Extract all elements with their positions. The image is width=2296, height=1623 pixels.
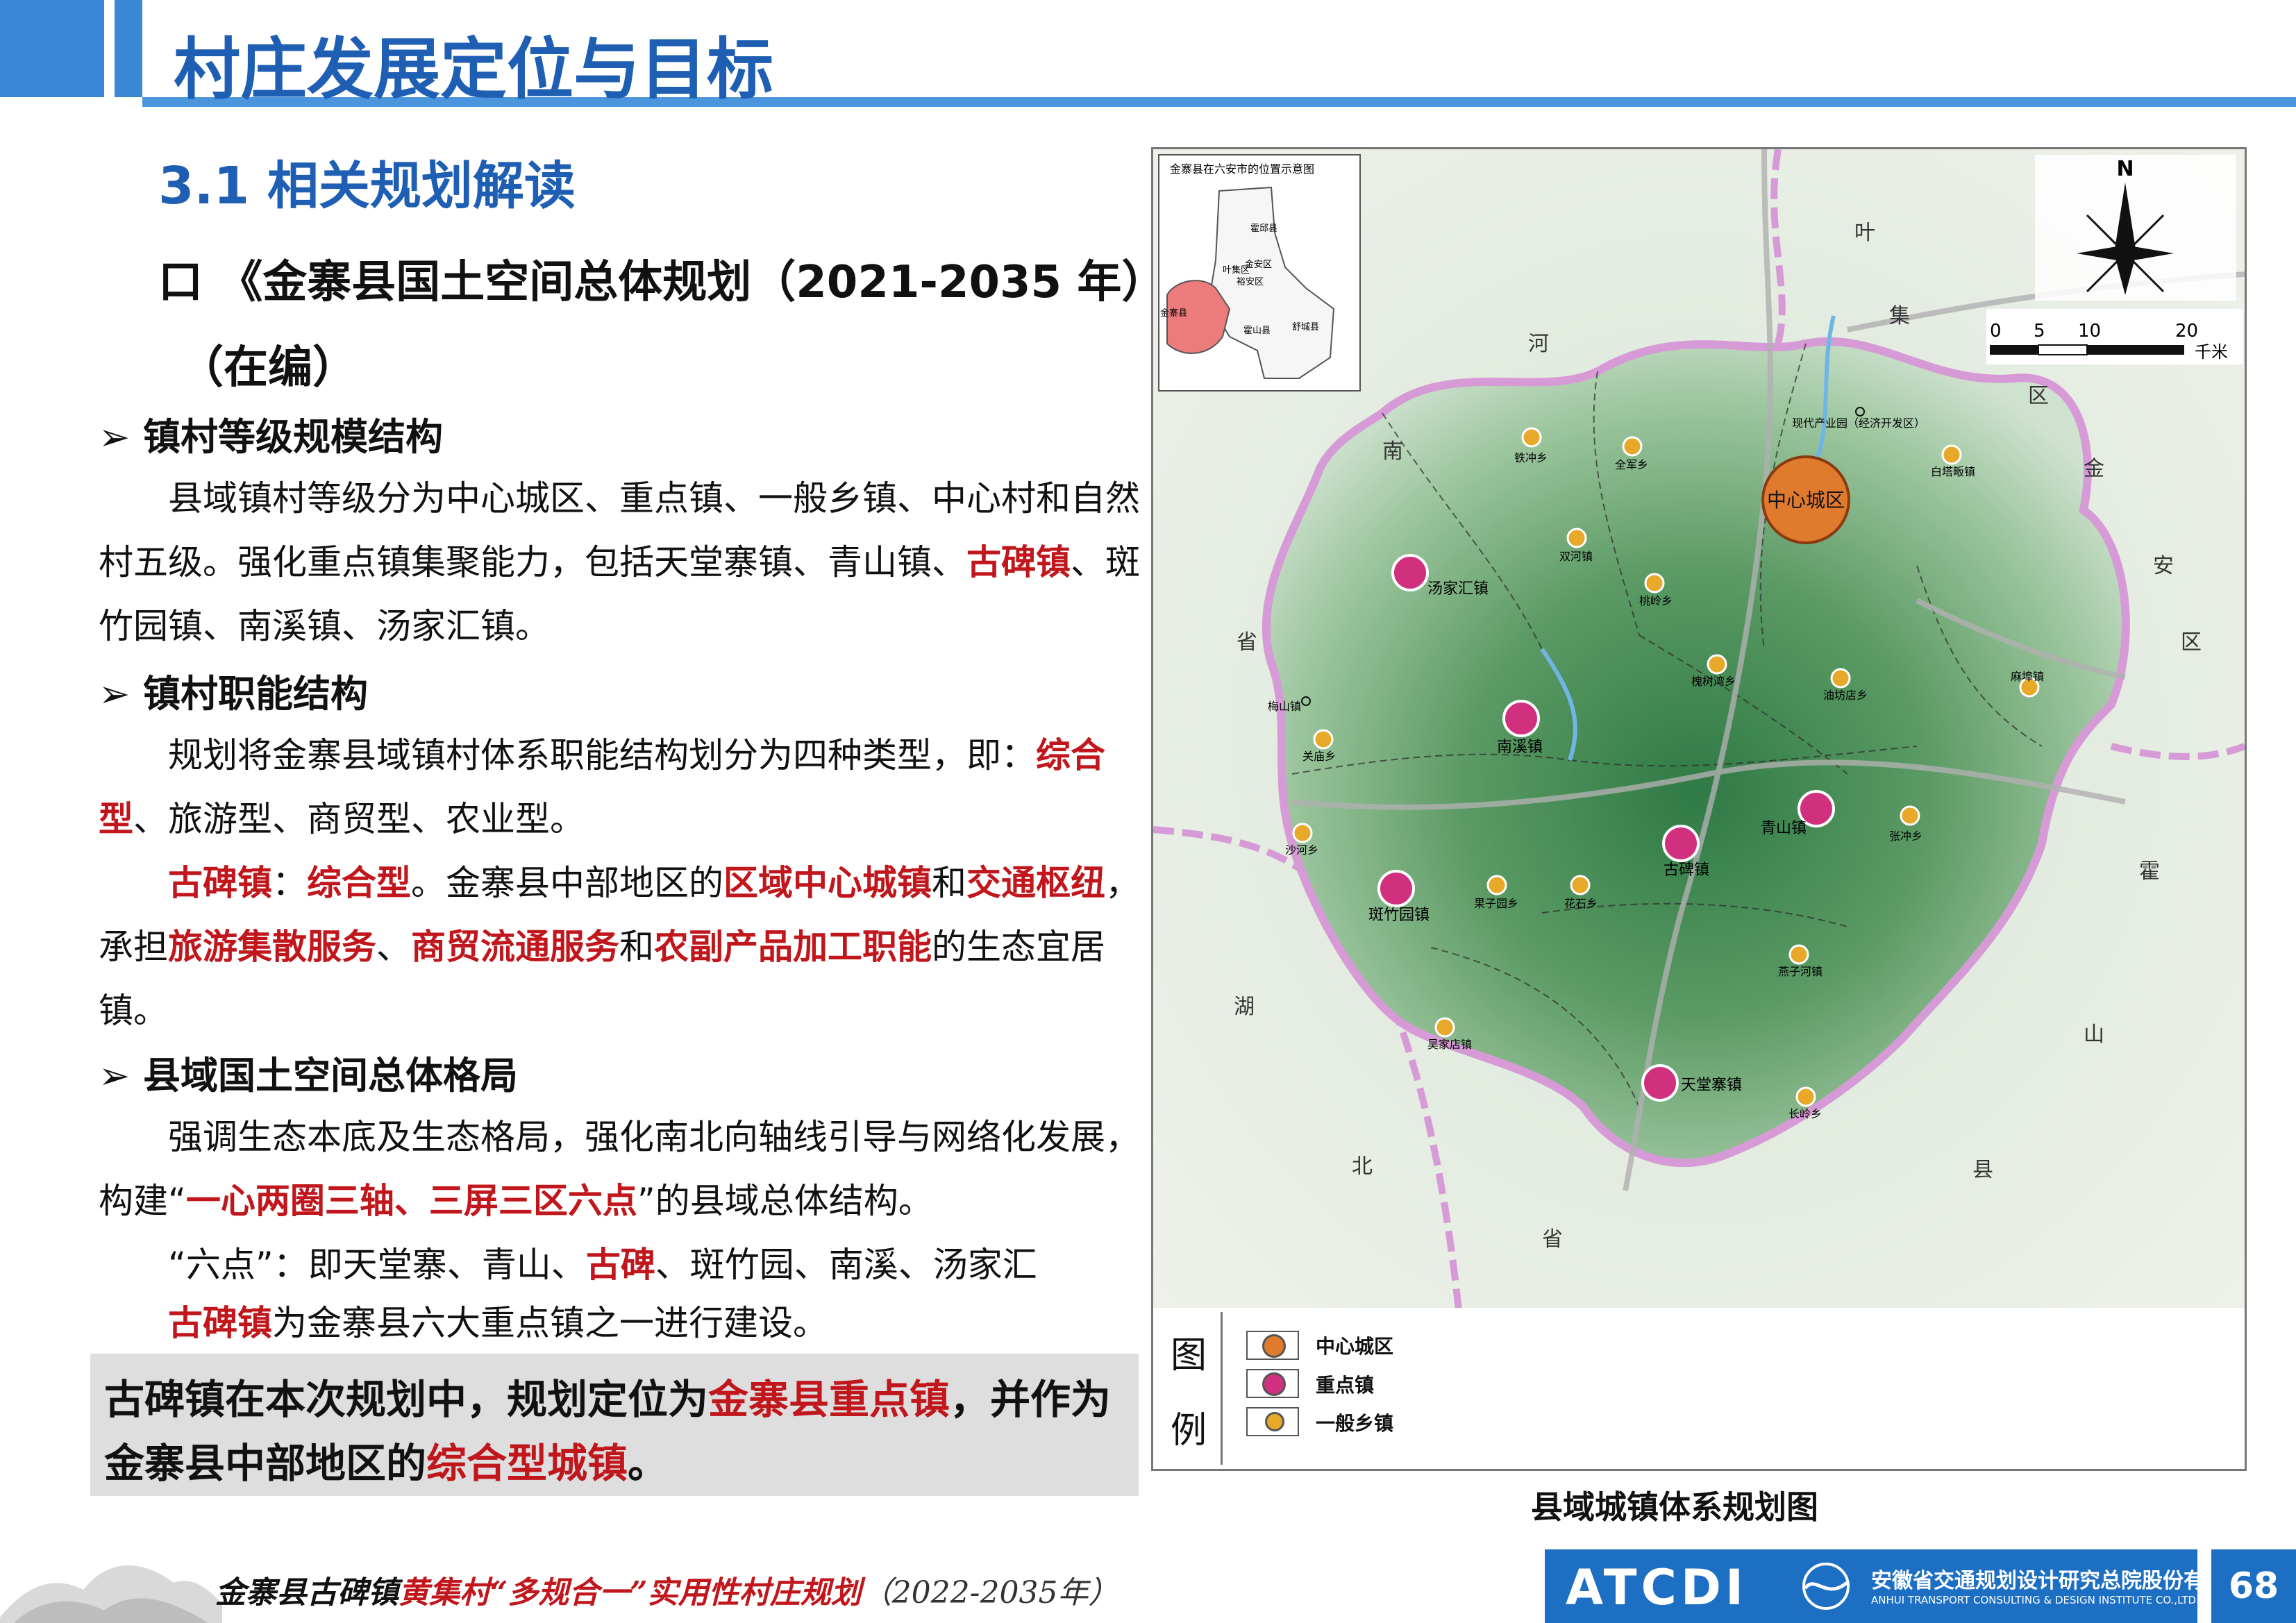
header-accent-bar xyxy=(0,0,104,97)
svg-text:青山镇: 青山镇 xyxy=(1761,820,1807,837)
svg-text:双河镇: 双河镇 xyxy=(1559,550,1593,563)
svg-text:麻埠镇: 麻埠镇 xyxy=(2011,670,2044,683)
legend-label-key: 重点镇 xyxy=(1316,1374,1375,1397)
svg-text:区: 区 xyxy=(2028,384,2049,408)
company-logo-bar: ATCDI 安徽省交通规划设计研究总院股份有限公司 ANHUI TRANSPOR… xyxy=(1545,1549,2267,1623)
page-title: 村庄发展定位与目标 xyxy=(174,31,773,108)
doc-title: 口 《金寨县国土空间总体规划（2021-2035 年） xyxy=(158,246,1166,310)
svg-text:油坊店乡: 油坊店乡 xyxy=(1823,689,1868,702)
svg-text:金寨县: 金寨县 xyxy=(1160,308,1187,319)
legend-label-general: 一般乡镇 xyxy=(1316,1412,1394,1435)
page-number: 68 xyxy=(2211,1549,2296,1623)
svg-text:古碑镇: 古碑镇 xyxy=(1664,861,1709,879)
svg-text:安: 安 xyxy=(2153,554,2174,578)
section-title: 3.1 相关规划解读 xyxy=(158,156,576,216)
north-arrow-icon: N xyxy=(2035,155,2236,301)
svg-text:集: 集 xyxy=(1889,304,1910,328)
svg-text:南溪镇: 南溪镇 xyxy=(1497,739,1543,756)
doc-title-line2: （在编） xyxy=(179,342,357,394)
svg-text:N: N xyxy=(2116,157,2134,181)
svg-text:湖: 湖 xyxy=(1234,995,1255,1019)
svg-text:县: 县 xyxy=(1972,1158,1993,1182)
heading-town-hierarchy: ➢ 镇村等级规模结构 xyxy=(99,415,444,459)
svg-text:中心城区: 中心城区 xyxy=(1767,489,1845,512)
svg-text:舒城县: 舒城县 xyxy=(1292,322,1319,333)
svg-text:果子园乡: 果子园乡 xyxy=(1474,897,1518,910)
svg-text:霍: 霍 xyxy=(2139,859,2160,884)
svg-text:南: 南 xyxy=(1382,439,1403,464)
svg-text:霍山县: 霍山县 xyxy=(1243,326,1271,336)
svg-text:霍邱县: 霍邱县 xyxy=(1250,224,1277,234)
svg-text:山: 山 xyxy=(2084,1023,2104,1047)
svg-text:10: 10 xyxy=(2078,321,2101,342)
landscape-decoration xyxy=(0,1565,222,1623)
county-town-system-map: 金寨县在六安市的位置示意图 霍邱县 金安区 裕安区 叶集区 舒城县 霍山县 金寨… xyxy=(1151,147,2247,1312)
svg-text:北: 北 xyxy=(1352,1154,1373,1179)
svg-text:天堂寨镇: 天堂寨镇 xyxy=(1681,1077,1742,1094)
svg-text:沙河乡: 沙河乡 xyxy=(1285,843,1318,857)
legend-dot-center xyxy=(1262,1334,1286,1358)
inset-location-map: 金寨县在六安市的位置示意图 霍邱县 金安区 裕安区 叶集区 舒城县 霍山县 金寨… xyxy=(1158,154,1361,392)
para-gubei-key-town: 古碑镇为金寨县六大重点镇之一进行建设。 xyxy=(168,1303,828,1343)
svg-text:20: 20 xyxy=(2175,321,2198,342)
para-spatial-pattern: 强调生态本底及生态格局，强化南北向轴线引导与网络化发展，构建“一心两圈三轴、三屏… xyxy=(99,1117,1140,1221)
inset-title: 金寨县在六安市的位置示意图 xyxy=(1170,162,1314,176)
svg-text:省: 省 xyxy=(1237,630,1257,655)
legend-dot-key xyxy=(1262,1372,1286,1396)
svg-text:张冲乡: 张冲乡 xyxy=(1889,830,1922,843)
map-caption: 县域城镇体系规划图 xyxy=(1531,1488,1818,1526)
svg-text:全军乡: 全军乡 xyxy=(1615,458,1648,471)
svg-text:5: 5 xyxy=(2034,321,2045,342)
dev-zone-label: 现代产业园（经济开发区） xyxy=(1792,417,1925,430)
svg-text:叶集区: 叶集区 xyxy=(1223,264,1250,276)
svg-text:千米: 千米 xyxy=(2195,342,2228,362)
svg-text:燕子河镇: 燕子河镇 xyxy=(1778,965,1822,978)
svg-text:桃岭乡: 桃岭乡 xyxy=(1639,594,1673,607)
svg-text:省: 省 xyxy=(1542,1227,1563,1252)
svg-text:斑竹园镇: 斑竹园镇 xyxy=(1368,907,1430,924)
svg-text:区: 区 xyxy=(2181,630,2202,655)
para-town-hierarchy: 县域镇村等级分为中心城区、重点镇、一般乡镇、中心村和自然村五级。强化重点镇集聚能… xyxy=(99,478,1140,646)
doc-title-line1: 《金寨县国土空间总体规划（2021-2035 年） xyxy=(218,257,1166,308)
legend-title: 图 例 xyxy=(1158,1312,1223,1465)
heading-spatial-pattern: ➢ 县域国土空间总体格局 xyxy=(99,1054,519,1098)
center-city-marker: 中心城区 xyxy=(1761,455,1850,544)
heading-town-function: ➢ 镇村职能结构 xyxy=(99,672,369,716)
svg-text:长岭乡: 长岭乡 xyxy=(1788,1107,1822,1120)
svg-text:汤家汇镇: 汤家汇镇 xyxy=(1427,580,1489,598)
legend-dot-general xyxy=(1265,1412,1284,1431)
company-logo: ATCDI xyxy=(1566,1559,1748,1616)
footer-project-title: 金寨县古碑镇黄集村“多规合一”实用性村庄规划（2022-2035年） xyxy=(215,1575,1119,1611)
summary-text: 古碑镇在本次规划中，规划定位为金寨县重点镇，并作为金寨县中部地区的综合型城镇。 xyxy=(104,1376,1112,1487)
svg-text:关庙乡: 关庙乡 xyxy=(1302,750,1336,763)
svg-text:白塔畈镇: 白塔畈镇 xyxy=(1931,465,1975,478)
svg-text:河: 河 xyxy=(1528,332,1549,356)
company-name-en: ANHUI TRANSPORT CONSULTING & DESIGN INST… xyxy=(1871,1594,2199,1606)
svg-text:花石乡: 花石乡 xyxy=(1564,897,1598,910)
scale-bar: 0 5 10 20 千米 xyxy=(1986,309,2243,364)
legend-label-center: 中心城区 xyxy=(1316,1335,1394,1358)
doc-bullet: 口 xyxy=(158,257,203,308)
para-gubei-function: 古碑镇：综合型。金寨县中部地区的区域中心城镇和交通枢纽，承担旅游集散服务、商贸流… xyxy=(99,863,1140,1031)
svg-text:金: 金 xyxy=(2084,457,2104,481)
svg-text:槐树湾乡: 槐树湾乡 xyxy=(1691,675,1736,688)
svg-text:梅山镇: 梅山镇 xyxy=(1268,700,1301,713)
company-name-cn: 安徽省交通规划设计研究总院股份有限公司 xyxy=(1871,1569,2267,1593)
svg-text:吴家店镇: 吴家店镇 xyxy=(1427,1038,1472,1051)
header-accent-bar-2 xyxy=(115,0,142,97)
map-canvas: 金寨县在六安市的位置示意图 霍邱县 金安区 裕安区 叶集区 舒城县 霍山县 金寨… xyxy=(1153,149,2246,1311)
para-town-function: 规划将金寨县域镇村体系职能结构划分为四种类型，即：综合型、旅游型、商贸型、农业型… xyxy=(99,735,1105,839)
para-six-points: “六点”：即天堂寨、青山、古碑、斑竹园、南溪、汤家汇 xyxy=(168,1245,1037,1285)
svg-text:裕安区: 裕安区 xyxy=(1237,277,1264,287)
svg-text:0: 0 xyxy=(1990,321,2002,342)
logo-wave-icon xyxy=(1802,1563,1850,1610)
svg-text:铁冲乡: 铁冲乡 xyxy=(1514,451,1548,464)
svg-text:叶: 叶 xyxy=(1854,221,1875,245)
